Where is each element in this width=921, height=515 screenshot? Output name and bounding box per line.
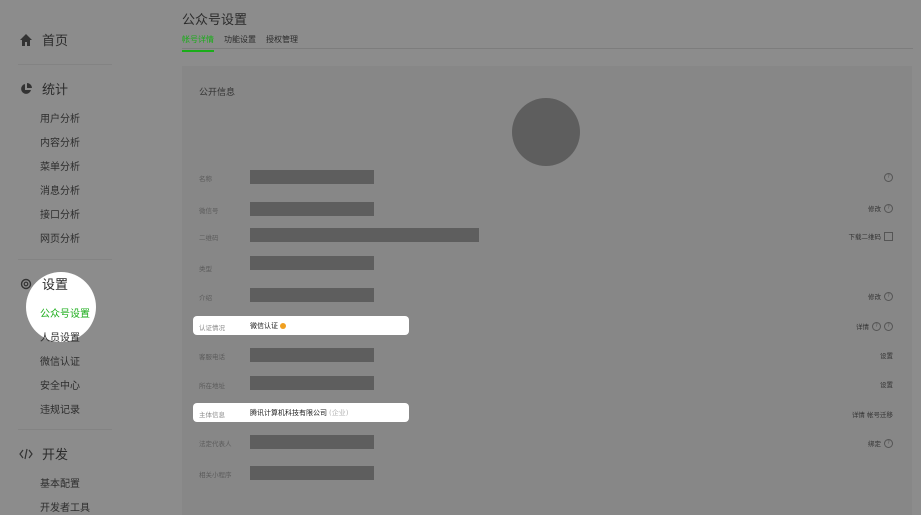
sidebar-item-violations[interactable]: 违规记录 [40,401,80,416]
sidebar-item-user-analysis[interactable]: 用户分析 [40,110,80,125]
nav-stats-label: 统计 [42,83,69,98]
row-label-address: 所在地址 [199,382,225,390]
row-label-verify: 认证情况 [199,324,225,332]
tab-account-details[interactable]: 帐号详情 [182,34,214,52]
name-value [250,170,374,184]
sidebar-item-message-analysis[interactable]: 消息分析 [40,182,80,197]
nav-dev-label: 开发 [42,448,69,463]
help-circle-icon[interactable]: ? [884,291,893,301]
entity-type: (企业) [329,409,349,417]
entity-value: 腾讯计算机科技有限公司 (企业) [250,408,348,418]
address-value [250,376,374,390]
row-label-legal-rep: 法定代表人 [199,440,232,448]
tab-feature-settings[interactable]: 功能设置 [224,34,256,52]
bind-link[interactable]: 绑定 [868,438,881,448]
row-label-entity: 主体信息 [199,411,225,419]
avatar[interactable] [512,98,580,166]
verify-value: 微信认证 [250,321,286,331]
row-action-wechat-id: 修改 ? [868,203,893,213]
type-value [250,256,374,270]
tab-divider [182,48,913,49]
nav-home[interactable]: 首页 [18,30,68,49]
download-qrcode-link[interactable]: 下载二维码 [849,231,882,241]
sidebar-item-dev-tools[interactable]: 开发者工具 [40,499,90,514]
legal-rep-value [250,435,374,449]
sidebar-item-security-center[interactable]: 安全中心 [40,377,80,392]
row-label-intro: 介绍 [199,294,212,302]
row-action-name: ? [884,173,893,182]
sidebar-item-content-analysis[interactable]: 内容分析 [40,134,80,149]
sidebar-item-web-analysis[interactable]: 网页分析 [40,230,80,245]
page-title: 公众号设置 [182,13,248,28]
help-circle-icon[interactable]: ? [884,203,893,213]
set-link[interactable]: 设置 [880,379,893,389]
row-action-intro: 修改 ? [868,291,893,301]
row-action-legal-rep: 绑定 ? [868,438,893,448]
divider [18,429,112,430]
sidebar-item-wechat-verify[interactable]: 微信认证 [40,353,80,368]
tab-bar: 帐号详情 功能设置 授权管理 [182,34,298,52]
entity-name: 腾讯计算机科技有限公司 [250,409,327,417]
verify-status-highlight [193,316,409,335]
pie-chart-icon [18,81,34,97]
sidebar-item-member-settings[interactable]: 人员设置 [40,329,80,344]
nav-settings-label: 设置 [42,278,69,293]
nav-dev[interactable]: 开发 [18,444,68,463]
nav-stats[interactable]: 统计 [18,79,68,98]
details-link[interactable]: 详情 [856,321,869,331]
qrcode-value [250,228,479,242]
row-action-entity: 详情 帐号迁移 [852,409,893,419]
row-label-type: 类型 [199,265,212,273]
help-circle-icon[interactable]: ? [884,173,893,182]
sidebar: 首页 统计 用户分析 内容分析 菜单分析 消息分析 接口分析 网页分析 设置 公… [0,0,158,515]
verified-icon [280,323,286,329]
help-circle-icon[interactable]: ? [872,321,881,331]
modify-link[interactable]: 修改 [868,291,881,301]
row-action-address: 设置 [880,379,893,389]
card-title: 公开信息 [199,88,236,98]
row-action-phone: 设置 [880,350,893,360]
tab-authorization[interactable]: 授权管理 [266,34,298,52]
row-label-mini-program: 相关小程序 [199,471,232,479]
gear-icon [18,276,34,292]
sidebar-item-api-analysis[interactable]: 接口分析 [40,206,80,221]
set-link[interactable]: 设置 [880,350,893,360]
wechat-id-value [250,202,374,216]
help-circle-icon[interactable]: ? [884,321,893,331]
verify-text: 微信认证 [250,322,278,330]
row-label-name: 名称 [199,175,212,183]
nav-home-label: 首页 [42,34,69,49]
sidebar-item-account-settings[interactable]: 公众号设置 [40,305,90,320]
phone-value [250,348,374,362]
intro-value [250,288,374,302]
modify-link[interactable]: 修改 [868,203,881,213]
sidebar-item-menu-analysis[interactable]: 菜单分析 [40,158,80,173]
details-migrate-links[interactable]: 详情 帐号迁移 [852,409,893,419]
sidebar-item-basic-config[interactable]: 基本配置 [40,475,80,490]
mini-program-value [250,466,374,480]
help-circle-icon[interactable]: ? [884,438,893,448]
divider [18,64,112,65]
row-label-phone: 客服电话 [199,353,225,361]
code-icon [18,446,34,462]
row-action-verify: 详情 ? ? [856,321,893,331]
home-icon [18,32,34,48]
row-label-qrcode: 二维码 [199,234,219,242]
divider [18,259,112,260]
nav-settings[interactable]: 设置 [18,274,68,293]
row-label-wechat-id: 微信号 [199,207,219,215]
qrcode-icon[interactable] [884,231,893,241]
row-action-qrcode: 下载二维码 [849,231,893,241]
